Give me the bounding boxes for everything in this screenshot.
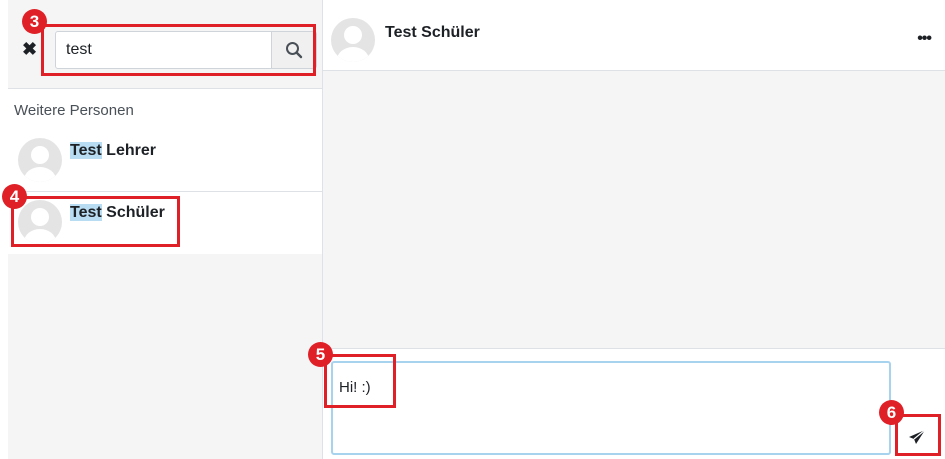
- contact-name-rest: Lehrer: [101, 142, 156, 159]
- chat-contact-name[interactable]: Test Schüler: [385, 24, 480, 42]
- empty-area: [8, 254, 322, 459]
- annotation-badge: 6: [879, 400, 904, 425]
- more-icon[interactable]: •••: [917, 30, 932, 48]
- contact-name: Test Lehrer: [70, 142, 156, 160]
- annotation-badge: 3: [22, 9, 47, 34]
- close-icon[interactable]: ✖: [22, 40, 37, 58]
- annotation-box: [41, 24, 316, 76]
- chat-header: Test Schüler •••: [323, 0, 945, 71]
- search-match: Test: [70, 142, 102, 159]
- avatar: [18, 138, 62, 182]
- message-composer: Hi! :): [323, 349, 945, 459]
- annotation-box: [895, 414, 941, 456]
- annotation-box: [11, 196, 180, 247]
- message-input[interactable]: Hi! :): [331, 361, 891, 455]
- annotation-box: [324, 354, 396, 408]
- annotation-badge: 5: [308, 342, 333, 367]
- message-area: [323, 71, 945, 349]
- annotation-badge: 4: [2, 184, 27, 209]
- section-title: Weitere Personen: [14, 102, 134, 119]
- avatar: [331, 18, 375, 62]
- contact-item[interactable]: Test Lehrer: [8, 132, 322, 194]
